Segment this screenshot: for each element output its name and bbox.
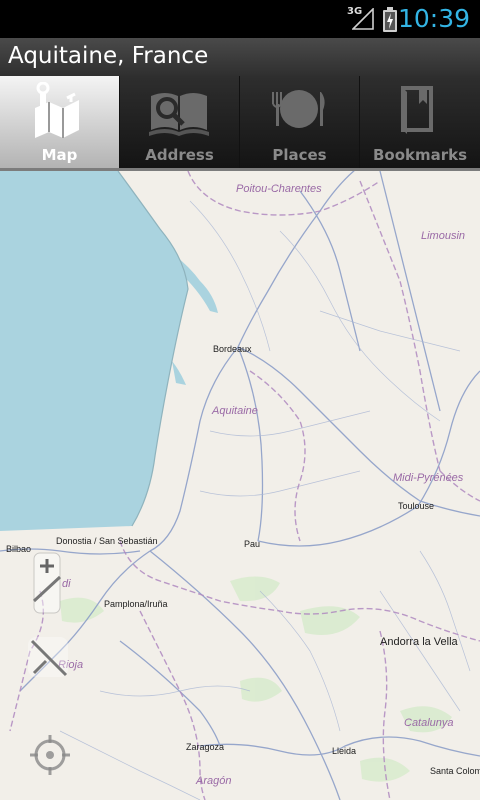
tab-bookmarks-label: Bookmarks xyxy=(372,146,468,164)
locate-me-button[interactable] xyxy=(26,731,74,779)
label-lleida: Lleida xyxy=(332,746,356,756)
tab-map-label: Map xyxy=(41,146,78,164)
places-dining-icon xyxy=(272,90,325,128)
tab-map[interactable]: Map xyxy=(0,76,119,168)
address-book-icon xyxy=(149,93,209,136)
label-midi-pyrenees: Midi-Pyrénées xyxy=(393,472,464,484)
label-andorra: Andorra la Vella xyxy=(380,636,459,648)
battery-charging-icon xyxy=(383,7,397,32)
status-bar: 3G 10:39 xyxy=(0,0,480,38)
tab-bar: Map Address Places Bookmarks xyxy=(0,76,480,170)
map-icon xyxy=(35,82,79,138)
tab-places-label: Places xyxy=(272,146,327,164)
tab-bookmarks[interactable]: Bookmarks xyxy=(360,76,480,168)
zoom-out-button[interactable] xyxy=(24,633,74,683)
tab-address-label: Address xyxy=(145,146,214,164)
map-canvas[interactable]: Poitou-Charentes Limousin Bordeaux Aquit… xyxy=(0,171,480,800)
label-donostia: Donostia / San Sebastián xyxy=(56,536,158,546)
label-aquitaine: Aquitaine xyxy=(211,405,258,417)
tab-places[interactable]: Places xyxy=(240,76,359,168)
label-pamplona: Pamplona/Iruña xyxy=(104,599,168,609)
label-catalunya: Catalunya xyxy=(404,717,454,729)
label-limousin: Limousin xyxy=(421,230,465,242)
clock: 10:39 xyxy=(397,4,470,33)
label-santa-coloma: Santa Colom xyxy=(430,766,480,776)
label-toulouse: Toulouse xyxy=(398,501,434,511)
tab-address[interactable]: Address xyxy=(120,76,239,168)
label-pau: Pau xyxy=(244,539,260,549)
bookmark-icon xyxy=(401,86,433,134)
page-title: Aquitaine, France xyxy=(8,43,209,69)
app-title-bar: Aquitaine, France xyxy=(0,38,480,76)
zoom-in-button[interactable] xyxy=(24,551,68,615)
label-bordeaux: Bordeaux xyxy=(213,344,252,354)
map-view[interactable]: Poitou-Charentes Limousin Bordeaux Aquit… xyxy=(0,171,480,800)
label-aragon: Aragón xyxy=(195,775,231,787)
label-poitou-charentes: Poitou-Charentes xyxy=(236,183,322,195)
signal-icon xyxy=(352,8,374,30)
label-zaragoza: Zaragoza xyxy=(186,742,224,752)
